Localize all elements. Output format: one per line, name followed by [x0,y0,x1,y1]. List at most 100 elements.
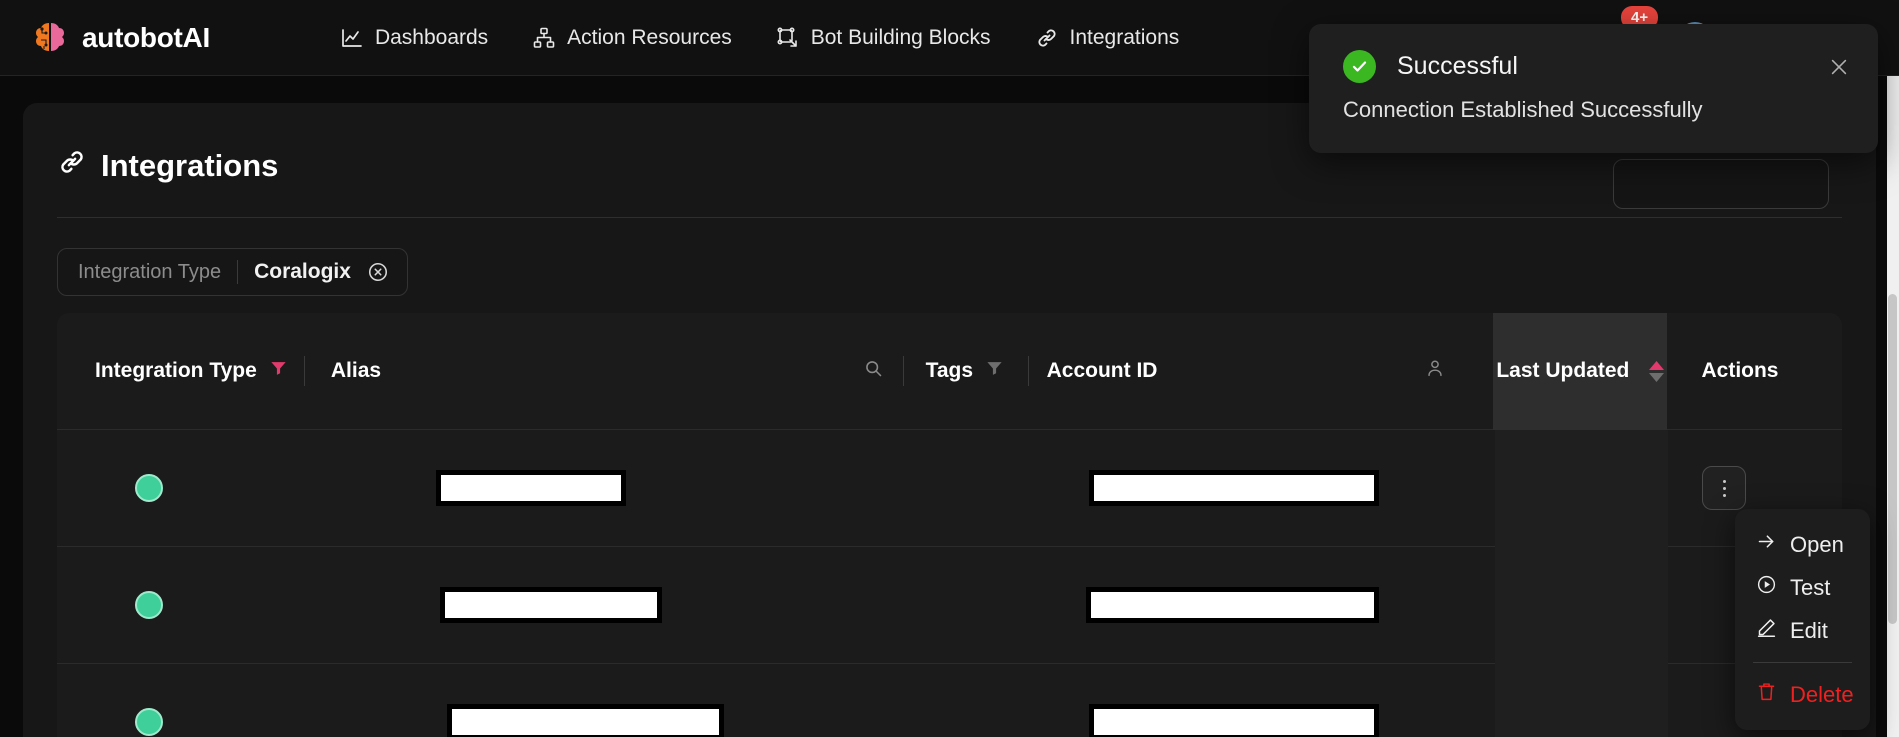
cell-status [57,547,302,664]
circle-x-icon[interactable] [367,261,389,283]
filter-funnel-icon[interactable] [985,359,1004,384]
redacted-account-id-value [1088,470,1379,506]
vertical-scrollbar[interactable] [1887,76,1899,737]
cell-last-updated [1495,546,1669,664]
filter-chip-key: Integration Type [78,260,222,283]
cell-tags [896,430,1018,547]
search-icon[interactable] [863,358,884,385]
table-header-row: Integration Type Alias Tags Account ID L… [57,313,1842,430]
table-row[interactable] [57,429,1842,547]
menu-item-open[interactable]: Open [1735,523,1870,566]
filter-chip-integration-type[interactable]: Integration Type Coralogix [57,248,408,296]
column-header-integration-type[interactable]: Integration Type [57,313,304,430]
nav-item-dashboards[interactable]: Dashboards [318,0,510,76]
cell-status [57,430,302,547]
menu-label-edit: Edit [1790,617,1828,643]
brand-logo[interactable]: autobotAI [30,18,210,58]
cell-status [57,664,302,737]
column-header-account-id[interactable]: Account ID [1029,313,1376,430]
cell-tags [896,664,1018,737]
filter-chip-separator [237,260,239,284]
table-row[interactable] [57,546,1842,664]
close-x-icon[interactable] [1828,56,1850,78]
menu-label-test: Test [1790,574,1831,600]
cell-last-updated [1495,663,1669,737]
cell-account-id [1019,430,1379,547]
menu-item-delete[interactable]: Delete [1735,673,1870,716]
nav-item-action-resources[interactable]: Action Resources [510,0,754,76]
column-header-tags[interactable]: Tags [904,313,1028,430]
kebab-menu-icon[interactable] [1702,466,1747,510]
cell-person [1379,547,1496,664]
header-action-button[interactable] [1613,159,1829,209]
sort-desc-icon [1649,372,1665,382]
page-title-text: Integrations [101,148,279,183]
integrations-table: Integration Type Alias Tags Account ID L… [57,313,1842,737]
column-header-last-updated[interactable]: Last Updated [1493,313,1668,430]
bot-blocks-icon [776,26,800,50]
check-circle-icon [1343,50,1376,83]
filter-funnel-icon[interactable] [269,359,288,384]
column-header-person[interactable] [1376,313,1493,430]
cell-account-id [1019,664,1379,737]
cell-search-spacer [839,664,896,737]
menu-item-test[interactable]: Test [1735,566,1870,609]
brand-name: autobotAI [82,21,210,53]
menu-label-open: Open [1790,531,1844,557]
person-icon[interactable] [1424,357,1446,385]
cell-search-spacer [839,430,896,547]
arrow-right-icon [1756,531,1777,558]
link-icon [1035,26,1059,50]
filter-row: Integration Type Coralogix [57,248,1876,296]
sort-arrows[interactable] [1649,360,1665,382]
menu-item-edit[interactable]: Edit [1735,609,1870,652]
column-label-account-id: Account ID [1046,359,1158,382]
cell-account-id [1019,547,1379,664]
cell-person [1379,664,1496,737]
sort-asc-icon [1649,360,1665,370]
redacted-account-id-value [1085,587,1379,623]
redacted-alias-value [440,587,663,623]
column-header-alias[interactable]: Alias [305,313,845,430]
table-row[interactable] [57,663,1842,737]
nav-label-bot-building-blocks: Bot Building Blocks [810,25,991,49]
trash-icon [1756,681,1777,708]
column-header-actions: Actions [1667,313,1842,430]
cell-alias [302,547,839,664]
toast-header: Successful [1309,24,1878,83]
integrations-page-card: Integrations Integration Type Coralogix … [23,103,1876,737]
pencil-icon [1756,617,1777,644]
hierarchy-icon [532,26,556,50]
nav-item-bot-building-blocks[interactable]: Bot Building Blocks [754,0,1013,76]
column-label-actions: Actions [1701,359,1779,382]
status-dot-active [135,474,163,502]
status-dot-active [135,591,163,619]
row-action-menu: Open Test Edit Delete [1735,509,1870,730]
cell-person [1379,430,1496,547]
column-header-search[interactable] [845,313,903,430]
column-label-integration-type: Integration Type [95,359,257,382]
brain-icon [30,18,70,58]
redacted-alias-value [447,704,725,737]
column-label-alias: Alias [330,359,382,382]
redacted-account-id-value [1088,704,1379,737]
cell-alias [302,430,839,547]
scrollbar-thumb[interactable] [1888,294,1897,624]
nav-links: Dashboards Action Resources Bot Building… [318,0,1201,76]
nav-item-integrations[interactable]: Integrations [1013,0,1202,76]
toast-notification: Successful Connection Established Succes… [1309,24,1878,153]
nav-label-dashboards: Dashboards [374,25,489,49]
play-circle-icon [1756,574,1777,601]
nav-label-integrations: Integrations [1069,25,1180,49]
link-icon [57,147,87,185]
toast-message: Connection Established Successfully [1343,97,1703,122]
redacted-alias-value [436,470,627,506]
column-label-last-updated: Last Updated [1496,358,1630,382]
menu-label-delete: Delete [1790,681,1854,707]
toast-title: Successful [1397,52,1518,80]
cell-alias [302,664,839,737]
cell-search-spacer [839,547,896,664]
title-divider [57,217,1842,218]
status-dot-active [135,708,163,736]
filter-chip-value: Coralogix [254,260,351,283]
